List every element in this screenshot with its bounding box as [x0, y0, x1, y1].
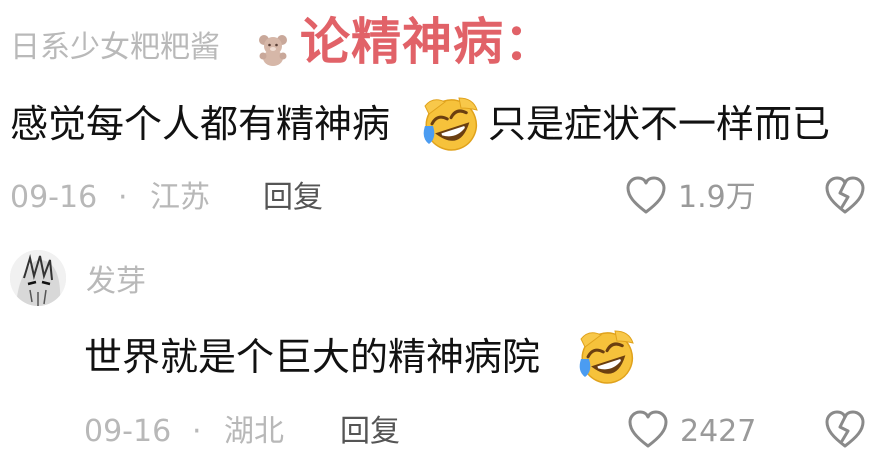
comment-2-text: 世界就是个巨大的精神病院: [84, 335, 541, 379]
comment-1-dislike-icon[interactable]: [823, 174, 867, 216]
comment-2-username[interactable]: 发芽: [86, 264, 146, 300]
comment-1-text-part1: 感觉每个人都有精神病: [10, 102, 391, 146]
comment-2-date: 09-16: [84, 414, 172, 449]
comment-2-like-icon[interactable]: [626, 408, 670, 450]
comment-1-location: 江苏: [150, 180, 210, 215]
comment-2-reply-button[interactable]: 回复: [340, 414, 400, 450]
rolling-laughing-emoji-icon: [423, 97, 478, 151]
overlay-title: 论精神病：: [300, 13, 555, 71]
rolling-laughing-emoji-icon: [579, 330, 634, 384]
comment-1-date: 09-16: [10, 180, 98, 215]
anime-avatar-icon: [10, 250, 66, 306]
comment-1-like-count: 1.9万: [678, 180, 756, 215]
comment-2-like-count: 2427: [680, 414, 757, 449]
comment-1-reply-button[interactable]: 回复: [263, 180, 323, 216]
teddy-bear-icon: [259, 35, 287, 66]
comment-2-location: 湖北: [224, 414, 284, 449]
comment-1-text-part2: 只是症状不一样而已: [488, 102, 831, 146]
comment-1-username[interactable]: 日系少女粑粑酱: [10, 30, 220, 66]
avatar[interactable]: [10, 250, 66, 306]
comment-2-dislike-icon[interactable]: [823, 408, 867, 450]
comment-2-separator: ·: [192, 414, 202, 449]
comment-1-like-icon[interactable]: [624, 174, 668, 216]
comment-1-separator: ·: [118, 180, 128, 215]
